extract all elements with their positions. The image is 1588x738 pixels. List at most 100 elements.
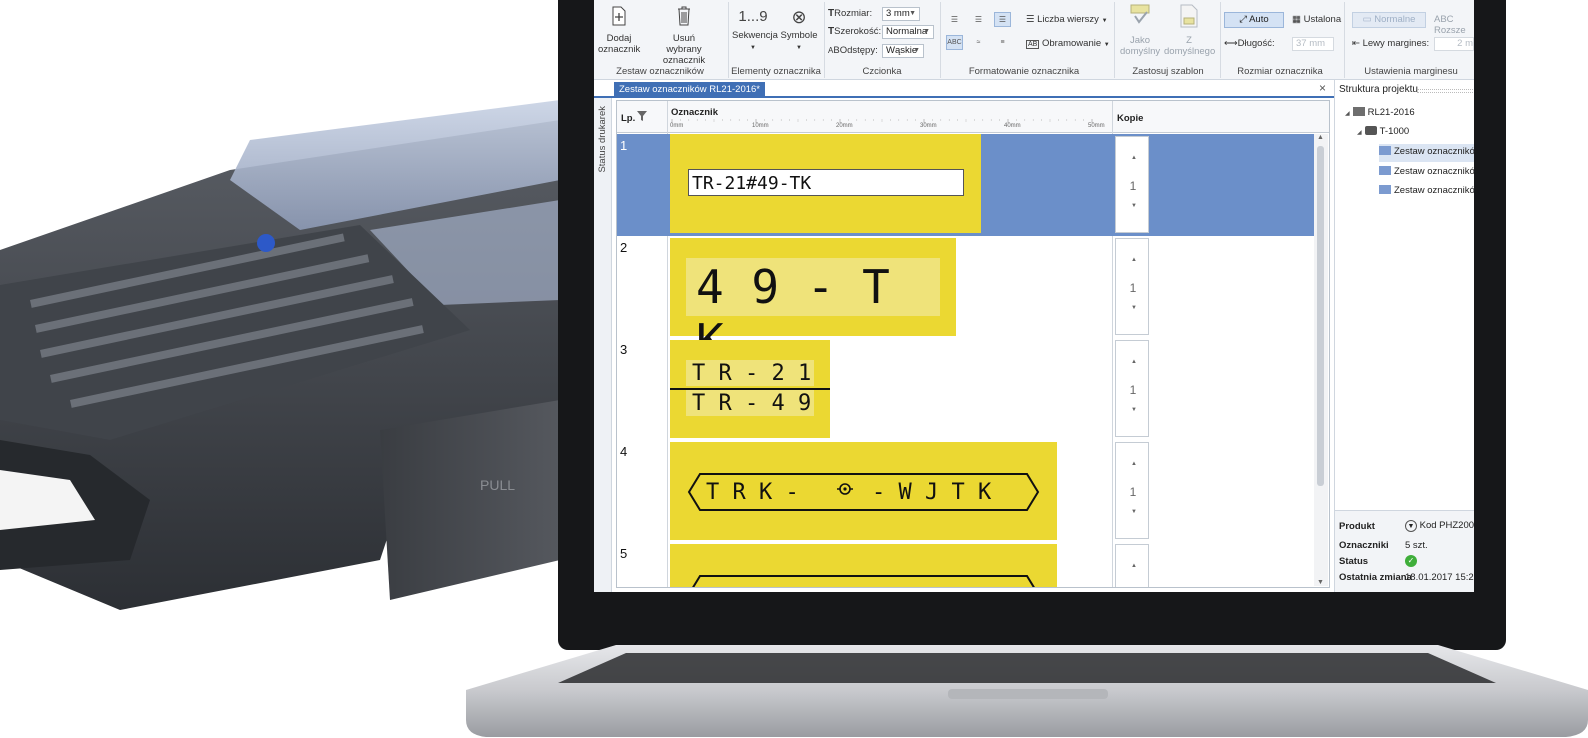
- marker-text-input[interactable]: TR-21#49-TK: [688, 169, 964, 196]
- tree-node-printer[interactable]: ◢ T-1000: [1357, 126, 1409, 137]
- fixed-size-button[interactable]: ▦ Ustalona: [1292, 14, 1341, 25]
- stepper-down-icon[interactable]: ▼: [1131, 509, 1137, 515]
- printer-status-tab[interactable]: Status drukarek: [594, 98, 612, 592]
- copies-stepper[interactable]: ▲: [1115, 544, 1149, 587]
- length-input[interactable]: 37 mm: [1292, 37, 1334, 51]
- folder-icon: [1352, 107, 1365, 116]
- align-center-icon[interactable]: ☰: [970, 12, 987, 27]
- marker-set-icon: [1379, 146, 1391, 155]
- copies-stepper[interactable]: ▲ 1 ▼: [1115, 238, 1149, 335]
- scrollbar-thumb[interactable]: [1317, 146, 1324, 486]
- tree-node-root[interactable]: ◢ RL21-2016: [1345, 107, 1415, 118]
- ruler-tick-label: 40mm: [1004, 123, 1021, 129]
- normal-margin-button[interactable]: ▭ Normalne: [1352, 12, 1426, 28]
- marker-label-yellow[interactable]: T R K - - W J T K: [670, 442, 1057, 540]
- font-size-select[interactable]: 3 mm ▼: [882, 7, 920, 21]
- template-save-icon: [1120, 4, 1160, 33]
- symbols-button[interactable]: ⊗ Symbole ▼: [780, 6, 818, 54]
- copies-stepper[interactable]: ▲ 1 ▼: [1115, 136, 1149, 233]
- set-as-default-label-1: Jako: [1129, 35, 1151, 46]
- status-ok-icon: ✓: [1405, 555, 1417, 567]
- font-width-select[interactable]: Normalna ▼: [882, 25, 934, 39]
- group-elements-label: Elementy oznacznika: [731, 66, 821, 77]
- markers-value: 5 szt.: [1405, 540, 1428, 551]
- marker-label-yellow[interactable]: 4 9 - T K: [670, 238, 956, 368]
- template-load-icon: [1164, 4, 1214, 33]
- text-style-abc-icon[interactable]: ABC: [946, 35, 963, 50]
- marker-label-yellow[interactable]: TR-21#49-TK: [670, 134, 981, 233]
- align-left-icon[interactable]: ☰: [946, 12, 963, 27]
- scroll-down-icon[interactable]: ▼: [1317, 579, 1324, 586]
- stepper-up-icon[interactable]: ▲: [1131, 461, 1137, 467]
- product-value[interactable]: ▼ Kod PHZ20064: [1405, 520, 1474, 532]
- connector-symbol-icon: [836, 482, 854, 499]
- from-default-label-2: domyślnego: [1164, 46, 1216, 57]
- markers-key: Oznaczniki: [1339, 540, 1389, 551]
- marker-text-left: T R K -: [706, 480, 799, 505]
- document-tab[interactable]: Zestaw oznaczników RL21-2016*: [614, 82, 765, 98]
- border-button[interactable]: AB Obramowanie ▼: [1026, 38, 1110, 49]
- properties-panel: Produkt ▼ Kod PHZ20064 Oznaczniki 5 szt.…: [1335, 510, 1474, 592]
- tree-node-set[interactable]: Zestaw oznaczników: [1379, 144, 1474, 162]
- text-direction-icon[interactable]: ≈: [970, 35, 987, 50]
- copies-stepper[interactable]: ▲ 1 ▼: [1115, 340, 1149, 437]
- table-row[interactable]: 3 T R - 2 1 T R - 4 9 ▲ 1 ▼: [617, 338, 1317, 440]
- remove-marker-button[interactable]: Usuń wybrany oznacznik: [646, 6, 722, 66]
- row-number: 4: [620, 444, 628, 459]
- stepper-up-icon[interactable]: ▲: [1131, 155, 1137, 161]
- stepper-down-icon[interactable]: ▼: [1131, 407, 1137, 413]
- sequence-button[interactable]: 1...9 Sekwencja ▼: [732, 6, 778, 54]
- product-key: Produkt: [1339, 521, 1375, 532]
- row-number: 1: [620, 138, 628, 153]
- set-as-default-button[interactable]: Jako domyślny: [1120, 4, 1160, 57]
- stepper-up-icon[interactable]: ▲: [1131, 563, 1137, 569]
- ribbon-separator: [1114, 2, 1115, 78]
- wider-margin-button[interactable]: ABC Rozsze: [1434, 14, 1474, 36]
- app-window: Dodaj oznacznik Usuń wybrany oznacznik Z…: [594, 0, 1474, 592]
- panel-grip[interactable]: [1417, 89, 1474, 93]
- ribbon-separator: [1344, 2, 1345, 78]
- close-icon[interactable]: ×: [1319, 81, 1326, 95]
- tree-node-set[interactable]: Zestaw oznaczników: [1379, 185, 1474, 196]
- group-size-label: Rozmiar oznacznika: [1237, 66, 1323, 77]
- auto-size-button[interactable]: ⤢ Auto: [1224, 12, 1284, 28]
- last-change-value: 18.01.2017 15:26:3: [1405, 572, 1474, 583]
- left-margin-input[interactable]: 2 m: [1434, 37, 1474, 51]
- table-row[interactable]: 4 T R K - - W J T K ▲ 1 ▼: [617, 440, 1317, 542]
- table-row[interactable]: 5 ▲: [617, 542, 1317, 587]
- stepper-down-icon[interactable]: ▼: [1131, 305, 1137, 311]
- marker-label-yellow[interactable]: T R - 2 1 T R - 4 9: [670, 340, 830, 438]
- stepper-up-icon[interactable]: ▲: [1131, 257, 1137, 263]
- filter-icon[interactable]: [637, 111, 647, 124]
- add-marker-button[interactable]: Dodaj oznacznik: [598, 6, 640, 55]
- symbols-label: Symbole: [780, 30, 818, 41]
- chevron-down-icon: ▼: [923, 28, 930, 35]
- spacing-select[interactable]: Wąskie ▼: [882, 44, 924, 58]
- add-marker-label-2: oznacznik: [598, 44, 641, 55]
- grid-header: Lp. Oznacznik 0mm 10mm 20mm 30mm 40mm 50…: [617, 101, 1329, 133]
- column-lp-header[interactable]: Lp.: [621, 113, 635, 124]
- stepper-up-icon[interactable]: ▲: [1131, 359, 1137, 365]
- ribbon-separator: [1220, 2, 1221, 78]
- ruler-tick-label: 10mm: [752, 123, 769, 129]
- rows-count-button[interactable]: ☰ Liczba wierszy ▼: [1026, 14, 1108, 25]
- from-default-button[interactable]: Z domyślnego: [1164, 4, 1216, 57]
- vertical-scrollbar[interactable]: ▲ ▼: [1314, 134, 1328, 586]
- copies-value: 1: [1129, 179, 1137, 193]
- column-copies-header[interactable]: Kopie: [1117, 113, 1143, 124]
- scroll-up-icon[interactable]: ▲: [1317, 134, 1324, 141]
- sequence-label: Sekwencja: [732, 30, 778, 41]
- copies-stepper[interactable]: ▲ 1 ▼: [1115, 442, 1149, 539]
- marker-label-yellow[interactable]: [670, 544, 1057, 587]
- align-right-icon[interactable]: ☰: [994, 12, 1011, 27]
- text-vertical-icon[interactable]: ≡: [994, 35, 1011, 50]
- table-row[interactable]: 1 TR-21#49-TK ▲ 1 ▼: [617, 134, 1317, 236]
- remove-marker-label-1: Usuń: [672, 33, 696, 44]
- tree-node-set[interactable]: Zestaw oznaczników: [1379, 166, 1474, 177]
- ribbon-separator: [940, 2, 941, 78]
- stepper-down-icon[interactable]: ▼: [1131, 203, 1137, 209]
- project-structure-panel: Struktura projektu ◢ RL21-2016 ◢ T-1000 Ze…: [1334, 80, 1474, 592]
- column-marker-header[interactable]: Oznacznik: [671, 107, 718, 118]
- table-row[interactable]: 2 4 9 - T K ▲ 1 ▼: [617, 236, 1317, 368]
- scene: PULL Dodaj oznacznik Usuń wybrany oznacz…: [0, 0, 1588, 738]
